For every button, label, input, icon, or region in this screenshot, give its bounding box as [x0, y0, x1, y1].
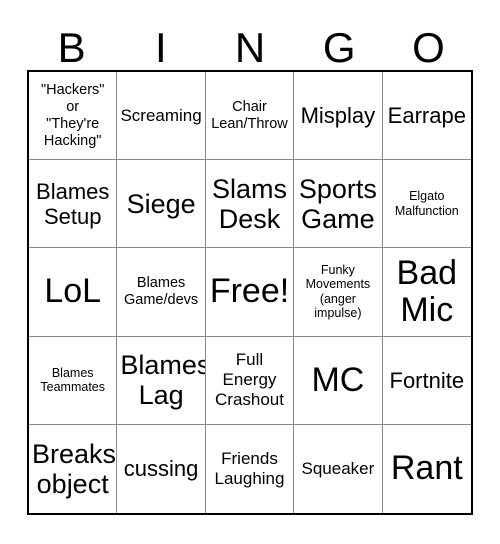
- bingo-cell-label: Rant: [390, 449, 463, 488]
- bingo-cell-label: Siege: [126, 188, 196, 219]
- bingo-cell-label: Elgato Malfunction: [394, 189, 459, 218]
- bingo-cell-label: MC: [311, 360, 365, 399]
- bingo-cell-r5c3[interactable]: Friends Laughing: [205, 424, 295, 513]
- bingo-cell-r3c5[interactable]: Bad Mic: [382, 248, 471, 337]
- bingo-cell-r1c1[interactable]: "Hackers" or "They're Hacking": [29, 72, 118, 161]
- bingo-card: B I N G O "Hackers" or "They're Hacking"…: [0, 0, 500, 544]
- bingo-header: B I N G O: [27, 18, 473, 70]
- bingo-cell-r3c3[interactable]: Free!: [205, 248, 295, 337]
- bingo-cell-label: Blames Teammates: [40, 365, 105, 395]
- bingo-cell-r2c5[interactable]: Elgato Malfunction: [382, 160, 471, 249]
- bingo-cell-r1c2[interactable]: Screaming: [117, 72, 206, 161]
- bingo-cell-label: Earrape: [387, 103, 466, 129]
- bingo-cell-label: Full Energy Crashout: [215, 350, 284, 410]
- bingo-cell-r5c2[interactable]: cussing: [117, 424, 206, 513]
- bingo-cell-label: Bad Mic: [396, 253, 458, 329]
- bingo-cell-label: Blames Setup: [36, 178, 110, 229]
- header-letter-g: G: [322, 24, 356, 71]
- bingo-cell-label: Sports Game: [298, 173, 377, 234]
- bingo-cell-r2c1[interactable]: Blames Setup: [29, 160, 118, 249]
- bingo-grid: "Hackers" or "They're Hacking" Screaming C…: [27, 70, 473, 515]
- bingo-cell-r5c4[interactable]: Squeaker: [294, 424, 383, 513]
- bingo-cell-label: Funky Movements (anger impulse): [305, 262, 371, 321]
- bingo-cell-label: Breaks object: [32, 438, 117, 499]
- bingo-cell-label: Slams Desk: [211, 173, 287, 234]
- bingo-cell-r1c4[interactable]: Misplay: [294, 72, 383, 161]
- bingo-cell-r2c3[interactable]: Slams Desk: [205, 160, 295, 249]
- header-letter-i: I: [154, 24, 167, 71]
- bingo-cell-label: Free!: [209, 272, 290, 311]
- bingo-cell-r4c4[interactable]: MC: [294, 336, 383, 425]
- bingo-cell-r3c4[interactable]: Funky Movements (anger impulse): [294, 248, 383, 337]
- bingo-cell-r2c2[interactable]: Siege: [117, 160, 206, 249]
- bingo-cell-label: cussing: [123, 456, 199, 482]
- bingo-cell-r4c5[interactable]: Fortnite: [382, 336, 471, 425]
- bingo-cell-r4c3[interactable]: Full Energy Crashout: [205, 336, 295, 425]
- bingo-cell-r4c1[interactable]: Blames Teammates: [29, 336, 118, 425]
- header-letter-o: O: [412, 24, 445, 71]
- bingo-cell-label: Chair Lean/Throw: [211, 98, 288, 132]
- bingo-cell-label: Fortnite: [389, 367, 465, 393]
- bingo-cell-r5c5[interactable]: Rant: [382, 424, 471, 513]
- bingo-cell-r1c5[interactable]: Earrape: [382, 72, 471, 161]
- header-letter-n: N: [234, 24, 266, 71]
- bingo-cell-label: "Hackers" or "They're Hacking": [40, 81, 105, 149]
- bingo-cell-label: Squeaker: [301, 458, 375, 478]
- bingo-cell-label: Blames Game/devs: [124, 274, 199, 308]
- bingo-cell-label: Screaming: [120, 105, 202, 125]
- bingo-cell-r2c4[interactable]: Sports Game: [294, 160, 383, 249]
- bingo-cell-label: Blames Lag: [120, 350, 206, 411]
- bingo-cell-r4c2[interactable]: Blames Lag: [117, 336, 206, 425]
- bingo-cell-r3c1[interactable]: LoL: [29, 248, 118, 337]
- bingo-cell-r1c3[interactable]: Chair Lean/Throw: [205, 72, 295, 161]
- header-letter-b: B: [57, 24, 86, 71]
- bingo-cell-label: Misplay: [300, 103, 376, 129]
- bingo-cell-label: LoL: [44, 272, 102, 311]
- bingo-cell-r5c1[interactable]: Breaks object: [29, 424, 118, 513]
- bingo-cell-label: Friends Laughing: [214, 448, 285, 488]
- bingo-cell-r3c2[interactable]: Blames Game/devs: [117, 248, 206, 337]
